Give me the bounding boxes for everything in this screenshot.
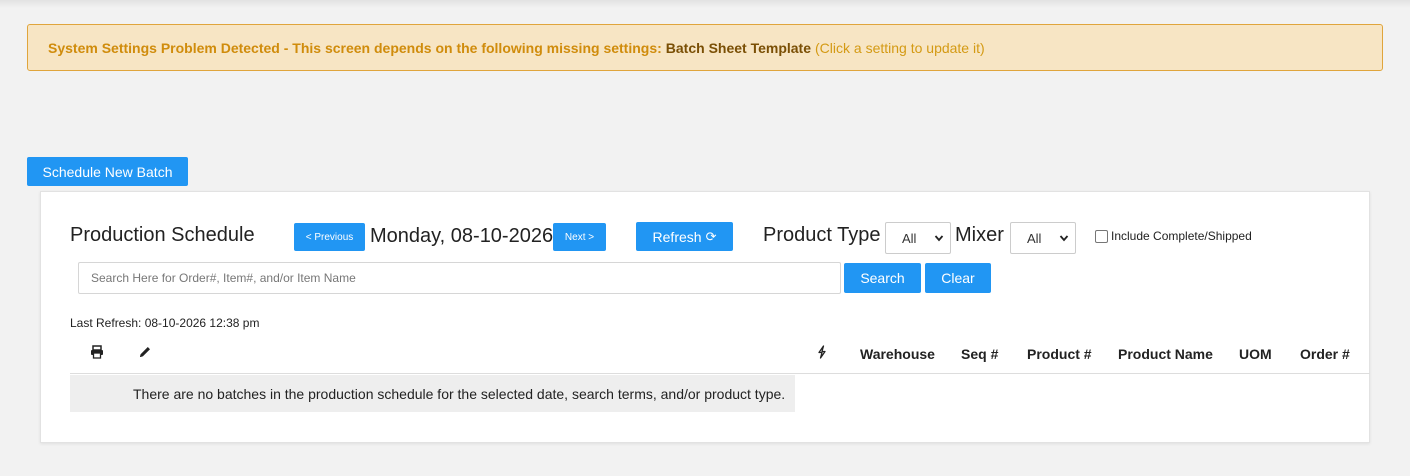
search-input[interactable]: Search Here for Order#, Item#, and/or It… (78, 262, 841, 294)
alert-hint: (Click a setting to update it) (815, 39, 985, 56)
mixer-select[interactable]: All (1010, 222, 1076, 254)
empty-table-message: There are no batches in the production s… (133, 385, 786, 402)
refresh-button[interactable]: Refresh ⟳ (636, 222, 733, 251)
production-schedule-panel: Production Schedule < Previous Monday, 0… (40, 191, 1370, 443)
column-header-warehouse[interactable]: Warehouse (860, 346, 935, 362)
include-complete-checkbox[interactable] (1095, 229, 1108, 243)
column-header-product-name[interactable]: Product Name (1118, 346, 1213, 362)
settings-alert: System Settings Problem Detected - This … (27, 24, 1383, 71)
refresh-label: Refresh (652, 228, 702, 245)
include-complete-toggle[interactable]: Include Complete/Shipped (1095, 229, 1252, 243)
product-type-label: Product Type (763, 224, 881, 246)
clear-button[interactable]: Clear (925, 263, 991, 293)
last-refresh-text: Last Refresh: 08-10-2026 12:38 pm (70, 316, 260, 330)
page-title: Production Schedule (70, 224, 255, 246)
alert-setting-link[interactable]: Batch Sheet Template (666, 40, 811, 56)
current-date: Monday, 08-10-2026 (370, 225, 554, 247)
empty-table-message-row: There are no batches in the production s… (70, 375, 795, 412)
include-complete-label: Include Complete/Shipped (1111, 229, 1252, 243)
search-placeholder: Search Here for Order#, Item#, and/or It… (91, 271, 356, 285)
lightning-icon[interactable] (817, 345, 827, 362)
table-header: Warehouse Seq # Product # Product Name U… (70, 340, 1370, 374)
next-day-button[interactable]: Next > (553, 223, 606, 251)
alert-message: System Settings Problem Detected - This … (48, 39, 662, 56)
print-icon[interactable] (90, 345, 104, 362)
refresh-icon: ⟳ (705, 228, 717, 244)
product-type-select[interactable]: All (885, 222, 951, 254)
column-header-uom[interactable]: UOM (1239, 346, 1272, 362)
product-type-value: All (902, 230, 917, 246)
chevron-down-icon (1059, 231, 1069, 248)
edit-icon[interactable] (138, 345, 152, 362)
chevron-down-icon (934, 231, 944, 248)
column-header-product-number[interactable]: Product # (1027, 346, 1092, 362)
column-header-seq[interactable]: Seq # (961, 346, 998, 362)
search-button[interactable]: Search (844, 263, 921, 293)
mixer-value: All (1027, 230, 1042, 246)
column-header-order-number[interactable]: Order # (1300, 346, 1350, 362)
previous-day-button[interactable]: < Previous (294, 223, 365, 251)
schedule-new-batch-button[interactable]: Schedule New Batch (27, 157, 188, 186)
mixer-label: Mixer (955, 224, 1004, 246)
top-shadow (0, 0, 1410, 8)
